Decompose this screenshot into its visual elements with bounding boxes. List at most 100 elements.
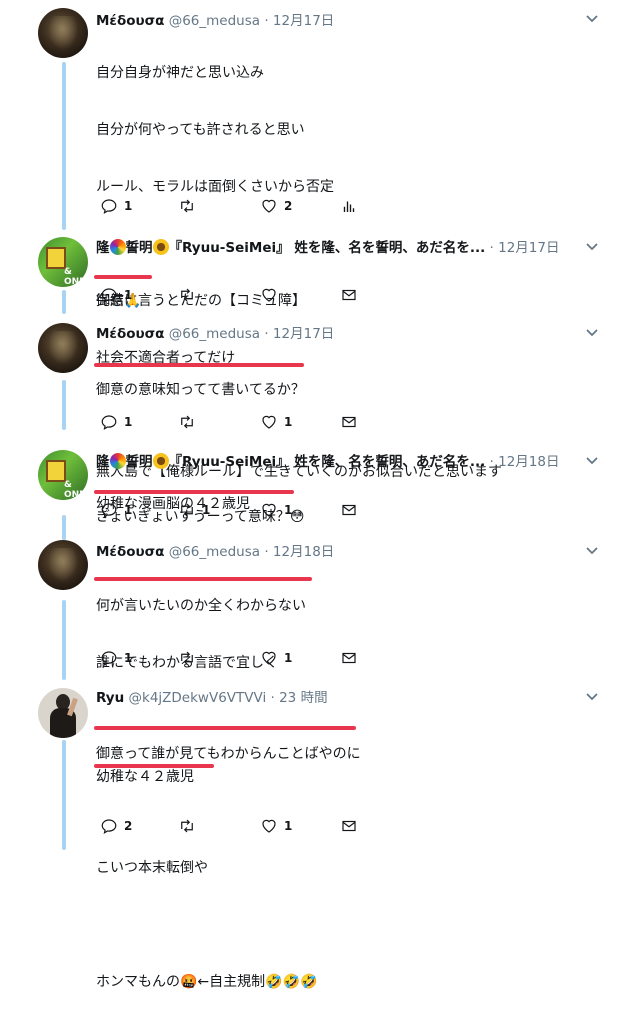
chevron-down-icon[interactable]	[584, 324, 600, 340]
display-name[interactable]: 隆誓明 『Ryuu-SeiMei』 姓を隆、名を誓明、あだ名を...	[96, 453, 485, 470]
timestamp[interactable]: 12月18日	[273, 544, 334, 560]
tweet-header: 隆誓明 『Ryuu-SeiMei』 姓を隆、名を誓明、あだ名を... · 12月1…	[96, 236, 559, 256]
like-button[interactable]: 1	[260, 412, 292, 432]
reply-count: 1	[124, 651, 133, 665]
retweet-icon	[181, 819, 193, 833]
dm-button[interactable]	[340, 412, 358, 432]
like-icon	[262, 199, 276, 213]
tweet-actions: 1 1	[96, 412, 366, 432]
like-button[interactable]: 1	[260, 816, 292, 836]
dm-button[interactable]	[340, 648, 358, 668]
reply-button[interactable]: 1	[100, 285, 132, 305]
tweet-line: ルール、モラルは面倒くさいから否定	[96, 179, 334, 195]
avatar[interactable]: & ONE	[38, 450, 88, 500]
dm-icon	[342, 289, 356, 301]
tweet-line: 御意って誰が見てもわからんことばやのに	[96, 746, 361, 762]
reply-icon	[101, 415, 117, 430]
timestamp[interactable]: 12月17日	[273, 326, 334, 342]
dm-icon	[342, 820, 356, 832]
separator-dot: ·	[270, 690, 275, 706]
avatar[interactable]	[38, 323, 88, 373]
avatar[interactable]	[38, 540, 88, 590]
sunflower-icon	[152, 453, 169, 469]
red-underline	[94, 363, 304, 367]
rainbow-icon	[109, 453, 126, 469]
chevron-down-icon[interactable]	[584, 452, 600, 468]
analytics-button[interactable]	[340, 196, 358, 216]
display-name[interactable]: Ryu	[96, 690, 124, 706]
timestamp[interactable]: 23 時間	[279, 690, 327, 706]
retweet-button[interactable]	[178, 196, 202, 216]
tweet-line: 御意の意味知ってて書いてるか？	[96, 382, 305, 398]
avatar[interactable]	[38, 688, 88, 738]
handle[interactable]: @66_medusa	[169, 326, 260, 342]
tweet-actions: 1	[96, 285, 366, 305]
retweet-icon	[181, 288, 193, 302]
tweet-header: Μέδουσα @66_medusa · 12月17日	[96, 322, 334, 342]
retweet-button[interactable]	[178, 648, 196, 668]
chevron-down-icon[interactable]	[584, 10, 600, 26]
handle[interactable]: @k4jZDekwV6VTVVi	[129, 690, 267, 706]
separator-dot: ·	[264, 544, 269, 560]
timestamp[interactable]: 12月18日	[498, 454, 559, 470]
retweet-button[interactable]: 1	[178, 500, 210, 520]
reply-count: 2	[124, 819, 133, 833]
like-icon	[262, 651, 276, 665]
tweet-line	[96, 916, 361, 935]
chevron-down-icon[interactable]	[584, 688, 600, 704]
tweet-line: 何が言いたいのか全くわからない	[96, 598, 306, 614]
thread-line-3	[62, 380, 66, 430]
avatar[interactable]	[38, 8, 88, 58]
reply-count: 1	[124, 288, 133, 302]
retweet-button[interactable]	[178, 816, 196, 836]
thread-line-6	[62, 740, 66, 850]
avatar[interactable]: & ONE	[38, 237, 88, 287]
chevron-down-icon[interactable]	[584, 542, 600, 558]
tweet-actions: 1 1	[96, 648, 366, 668]
separator-dot: ·	[264, 326, 269, 342]
thread-line-2	[62, 290, 66, 314]
reply-button[interactable]: 1	[100, 500, 132, 520]
tweet-line: ホンマもんの🤬←自主規制🤣🤣🤣	[96, 974, 318, 990]
retweet-button[interactable]	[178, 412, 196, 432]
tweet-actions: 1 2	[96, 196, 366, 216]
like-icon	[262, 503, 276, 517]
tweet-line: こいつ本末転倒や	[96, 860, 208, 876]
display-name[interactable]: 隆誓明 『Ryuu-SeiMei』 姓を隆、名を誓明、あだ名を...	[96, 239, 485, 256]
reply-icon	[101, 819, 117, 834]
like-count: 1	[284, 819, 293, 833]
like-button[interactable]	[260, 285, 278, 305]
dm-button[interactable]	[340, 500, 358, 520]
dm-icon	[342, 504, 356, 516]
display-name[interactable]: Μέδουσα	[96, 326, 164, 342]
dm-button[interactable]	[340, 285, 358, 305]
tweet-header: Μέδουσα @66_medusa · 12月18日	[96, 540, 334, 560]
display-name[interactable]: Μέδουσα	[96, 544, 164, 560]
reply-button[interactable]: 1	[100, 648, 132, 668]
retweet-button[interactable]	[178, 285, 196, 305]
chevron-down-icon[interactable]	[584, 238, 600, 254]
separator-dot: ·	[489, 240, 494, 256]
like-button[interactable]: 1	[260, 500, 292, 520]
reply-button[interactable]: 1	[100, 412, 132, 432]
retweet-count: 1	[202, 503, 211, 517]
like-icon	[262, 415, 276, 429]
timestamp[interactable]: 12月17日	[498, 240, 559, 256]
reply-button[interactable]: 1	[100, 196, 132, 216]
dm-button[interactable]	[340, 816, 358, 836]
reply-icon	[101, 288, 117, 303]
tweet-actions: 1 1 1	[96, 500, 366, 520]
handle[interactable]: @66_medusa	[169, 544, 260, 560]
like-count: 2	[284, 199, 293, 213]
dm-icon	[342, 652, 356, 664]
like-count: 1	[284, 503, 293, 517]
like-button[interactable]: 1	[260, 648, 292, 668]
like-count: 1	[284, 651, 293, 665]
reply-button[interactable]: 2	[100, 816, 132, 836]
sunflower-icon	[152, 239, 169, 255]
reply-icon	[101, 503, 117, 518]
like-count: 1	[284, 415, 293, 429]
reply-count: 1	[124, 199, 133, 213]
like-button[interactable]: 2	[260, 196, 292, 216]
reply-count: 1	[124, 415, 133, 429]
